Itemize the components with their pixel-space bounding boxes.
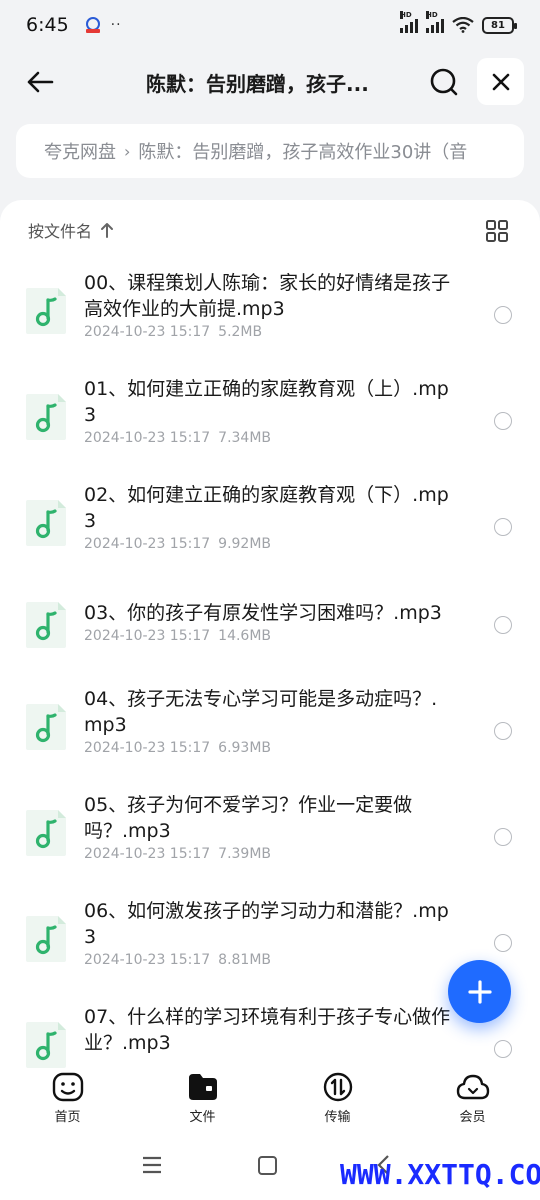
file-meta: 2024-10-23 15:17 7.39MB [84,846,454,862]
file-meta: 2024-10-23 15:17 7.34MB [84,430,454,446]
file-name: 04、孩子无法专心学习可能是多动症吗？.mp3 [84,688,438,736]
file-size: 7.34MB [218,430,272,446]
tab-home-label: 首页 [54,1110,81,1125]
battery-icon: 81 [482,16,517,34]
file-size: 8.81MB [218,952,272,968]
add-button[interactable] [448,960,511,1023]
audio-file-icon [26,500,66,546]
folder-icon [188,1074,217,1100]
breadcrumb-root[interactable]: 夸克网盘 [44,138,116,164]
breadcrumb-current: 陈默：告别磨蹭，孩子高效作业30讲（音 [138,142,468,163]
file-name: 01、如何建立正确的家庭教育观（上）.mp3 [84,378,449,426]
file-date: 2024-10-23 15:17 [84,430,211,446]
file-info: 03、你的孩子有原发性学习困难吗？.mp3 2024-10-23 15:17 14.… [84,600,454,644]
audio-file-icon [26,288,66,334]
file-info: 06、如何激发孩子的学习动力和潜能？.mp3 2024-10-23 15:17 8.… [84,898,454,968]
status-time: 6:45 [26,14,69,36]
cloud-icon [456,1074,489,1100]
file-name: 03、你的孩子有原发性学习困难吗？.mp3 [84,602,442,624]
tab-home[interactable]: 首页 [0,1068,135,1132]
select-radio[interactable] [494,518,512,536]
select-radio[interactable] [494,306,512,324]
file-date: 2024-10-23 15:17 [84,324,211,340]
sort-control[interactable]: 按文件名 [28,218,114,242]
file-meta: 2024-10-23 15:17 8.81MB [84,952,454,968]
file-meta: 2024-10-23 15:17 9.92MB [84,536,454,552]
back-button[interactable] [20,62,60,102]
home-smile-icon [52,1072,83,1102]
audio-file-icon [26,704,66,750]
file-name: 02、如何建立正确的家庭教育观（下）.mp3 [84,484,449,532]
arrow-up-icon [101,223,114,238]
tab-transfer-label: 传输 [324,1110,351,1125]
status-bar: 6:45 ·· HD HD 81 [0,0,540,50]
breadcrumb-separator: › [124,141,131,161]
select-radio[interactable] [494,828,512,846]
page-title: 陈默：告别磨蹭，孩子... [146,72,369,96]
file-meta: 2024-10-23 15:17 5.2MB [84,324,454,340]
file-size: 9.92MB [218,536,272,552]
select-radio[interactable] [494,412,512,430]
breadcrumb: 夸克网盘 › 陈默：告别磨蹭，孩子高效作业30讲（音 [16,124,524,178]
file-name: 06、如何激发孩子的学习动力和潜能？.mp3 [84,900,449,948]
audio-file-icon [26,810,66,856]
select-radio[interactable] [494,1040,512,1058]
sort-label: 按文件名 [28,222,93,241]
file-date: 2024-10-23 15:17 [84,536,211,552]
file-date: 2024-10-23 15:17 [84,952,211,968]
home-nav-icon[interactable] [258,1156,277,1175]
audio-file-icon [26,394,66,440]
plus-icon [467,979,492,1004]
file-list-panel: 按文件名 00、课程策划人陈瑜：家长的好情绪是孩子高效作业的大前提.mp3 202… [0,200,540,1070]
audio-file-icon [26,602,66,648]
file-info: 04、孩子无法专心学习可能是多动症吗？.mp3 2024-10-23 15:17 6… [84,686,454,756]
file-date: 2024-10-23 15:17 [84,740,211,756]
file-meta: 2024-10-23 15:17 14.6MB [84,628,454,644]
bottom-tab-bar: 首页 文件 传输 会员 [0,1068,540,1132]
file-name: 05、孩子为何不爱学习？作业一定要做吗？.mp3 [84,794,413,842]
tab-files-label: 文件 [189,1110,216,1125]
file-date: 2024-10-23 15:17 [84,846,211,862]
search-icon [430,68,458,96]
file-info: 05、孩子为何不爱学习？作业一定要做吗？.mp3 2024-10-23 15:17… [84,792,454,862]
audio-file-icon [26,1022,66,1068]
select-radio[interactable] [494,616,512,634]
file-info: 01、如何建立正确的家庭教育观（上）.mp3 2024-10-23 15:17 7.… [84,376,454,446]
file-size: 5.2MB [218,324,263,340]
signal-icon: HD [400,11,418,33]
grid-icon [486,220,508,242]
close-button[interactable] [477,58,524,105]
file-date: 2024-10-23 15:17 [84,628,211,644]
header: 陈默：告别磨蹭，孩子... [0,52,540,112]
arrow-left-icon [27,71,54,93]
file-size: 14.6MB [218,628,272,644]
select-radio[interactable] [494,934,512,952]
file-info: 02、如何建立正确的家庭教育观（下）.mp3 2024-10-23 15:17 9.… [84,482,454,552]
file-meta: 2024-10-23 15:17 6.93MB [84,740,454,756]
audio-file-icon [26,916,66,962]
file-size: 6.93MB [218,740,272,756]
select-radio[interactable] [494,722,512,740]
file-size: 7.39MB [218,846,272,862]
file-name: 07、什么样的学习环境有利于孩子专心做作业？.mp3 [84,1006,451,1054]
search-button[interactable] [424,62,464,102]
recent-apps-icon[interactable] [142,1156,162,1174]
wifi-icon [452,17,474,33]
close-icon [492,73,509,90]
signal-icon-2: HD [426,11,444,33]
file-info: 00、课程策划人陈瑜：家长的好情绪是孩子高效作业的大前提.mp3 2024-10-… [84,270,454,340]
file-info: 07、什么样的学习环境有利于孩子专心做作业？.mp3 [84,1004,454,1070]
tab-transfer[interactable]: 传输 [270,1068,405,1132]
status-more-dots: ·· [110,17,122,33]
transfer-icon [323,1072,352,1102]
watermark: WWW.XXTTQ.COM [340,1158,540,1191]
app-notification-icon [83,15,103,35]
tab-files[interactable]: 文件 [135,1068,270,1132]
tab-member-label: 会员 [459,1110,486,1125]
grid-view-button[interactable] [486,220,510,244]
file-name: 00、课程策划人陈瑜：家长的好情绪是孩子高效作业的大前提.mp3 [84,272,451,320]
tab-member[interactable]: 会员 [405,1068,540,1132]
